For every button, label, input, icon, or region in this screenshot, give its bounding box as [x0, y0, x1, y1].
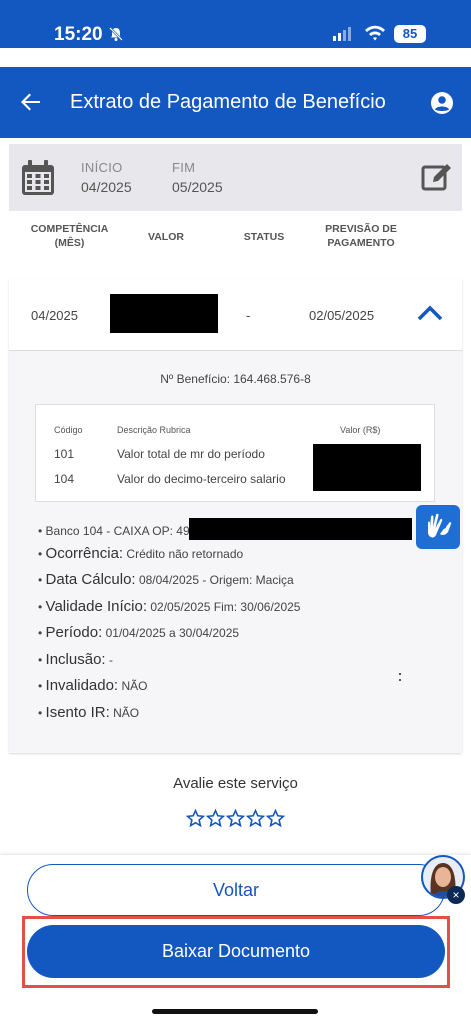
rubrica-header-descricao: Descrição Rubrica [117, 425, 191, 435]
col-header-competencia: COMPETÊNCIA (MÊS) [30, 223, 109, 249]
status-bar: 15:20 85 [0, 0, 471, 48]
rating-stars [186, 809, 285, 828]
end-value: 05/2025 [172, 179, 223, 195]
back-arrow-icon[interactable] [18, 89, 44, 115]
sign-language-icon [428, 513, 452, 538]
bank-info: • Banco 104 - CAIXA OP: 49 [38, 524, 190, 538]
rubrica-codigo: 101 [54, 447, 75, 461]
detail-label: Data Cálculo: [45, 571, 136, 588]
detail-label: Invalidado: [45, 677, 119, 694]
cell-competencia: 04/2025 [31, 308, 78, 323]
detail-label: Isento IR: [45, 704, 110, 721]
rating-title: Avalie este serviço [173, 775, 298, 792]
detail-value: NÃO [113, 706, 140, 720]
start-value: 04/2025 [81, 179, 132, 195]
payment-card: 04/2025 - 02/05/2025 Nº Benefício: 164.4… [9, 279, 462, 753]
close-icon[interactable]: × [447, 886, 465, 904]
table-row[interactable]: 04/2025 - 02/05/2025 [9, 279, 462, 351]
detail-label: Validade Início: [45, 598, 148, 615]
col-header-valor: VALOR [148, 231, 184, 243]
detail-value: 02/05/2025 Fim: 30/06/2025 [150, 600, 301, 614]
calendar-icon [22, 160, 54, 195]
battery-indicator: 85 [394, 25, 426, 43]
detail-data-calculo: • Data Cálculo: 08/04/2025 - Origem: Mac… [38, 571, 294, 588]
detail-invalidado: • Invalidado: NÃO [38, 677, 148, 694]
redacted-rubrica-valores [313, 444, 421, 491]
end-label: FIM [172, 160, 196, 175]
star-icon[interactable] [186, 809, 205, 828]
status-gap [0, 48, 471, 67]
detail-label: Ocorrência: [45, 545, 124, 562]
wifi-icon [365, 25, 385, 41]
detail-value: Crédito não retornado [126, 547, 244, 561]
star-icon[interactable] [266, 809, 285, 828]
star-icon[interactable] [206, 809, 225, 828]
detail-value: 01/04/2025 a 30/04/2025 [105, 626, 240, 640]
rubrica-header-codigo: Código [54, 425, 83, 435]
star-icon[interactable] [226, 809, 245, 828]
libras-translator-button[interactable] [416, 505, 460, 549]
edit-icon[interactable] [421, 162, 453, 192]
account-icon[interactable] [430, 91, 454, 115]
cell-status: - [246, 308, 251, 323]
bell-off-icon [109, 27, 123, 41]
bottom-actions: Voltar × Baixar Documento [0, 855, 471, 1024]
more-options-icon[interactable] [398, 671, 402, 687]
rubrica-descricao: Valor total de mr do período [117, 447, 265, 461]
col-header-status: STATUS [243, 231, 285, 243]
status-time: 15:20 [54, 24, 103, 45]
baixar-documento-button[interactable]: Baixar Documento [27, 925, 445, 978]
detail-value: NÃO [121, 679, 148, 693]
detail-value: 08/04/2025 - Origem: Maciça [138, 573, 294, 587]
start-label: INÍCIO [81, 160, 123, 175]
signal-icon [333, 27, 351, 41]
detail-isento-ir: • Isento IR: NÃO [38, 704, 140, 721]
col-header-previsao: PREVISÃO DE PAGAMENTO [325, 223, 397, 249]
detail-inclusao: • Inclusão: - [38, 651, 113, 668]
detail-validade: • Validade Início: 02/05/2025 Fim: 30/06… [38, 598, 301, 615]
benefit-number: Nº Benefício: 164.468.576-8 [160, 372, 311, 386]
voltar-button[interactable]: Voltar [27, 864, 445, 916]
cell-previsao: 02/05/2025 [309, 308, 375, 323]
detail-periodo: • Período: 01/04/2025 a 30/04/2025 [38, 624, 240, 641]
detail-label: Período: [45, 624, 103, 641]
redacted-bank-account [189, 518, 412, 540]
rubrica-header-valor: Valor (R$) [340, 425, 381, 435]
detail-value: - [108, 653, 113, 667]
rubrica-descricao: Valor do decimo-terceiro salario [117, 472, 286, 486]
page-title: Extrato de Pagamento de Benefício [70, 91, 386, 113]
star-icon[interactable] [246, 809, 265, 828]
rubrica-codigo: 104 [54, 472, 75, 486]
detail-ocorrencia: • Ocorrência: Crédito não retornado [38, 545, 244, 562]
home-indicator [152, 1009, 318, 1014]
detail-label: Inclusão: [45, 651, 106, 668]
rubrica-table: Código Descrição Rubrica Valor (R$) 101 … [35, 404, 435, 502]
chevron-up-icon[interactable] [417, 303, 443, 323]
redacted-valor [110, 294, 218, 333]
app-bar: Extrato de Pagamento de Benefício [0, 67, 471, 138]
period-filter: INÍCIO 04/2025 FIM 05/2025 [9, 144, 462, 211]
